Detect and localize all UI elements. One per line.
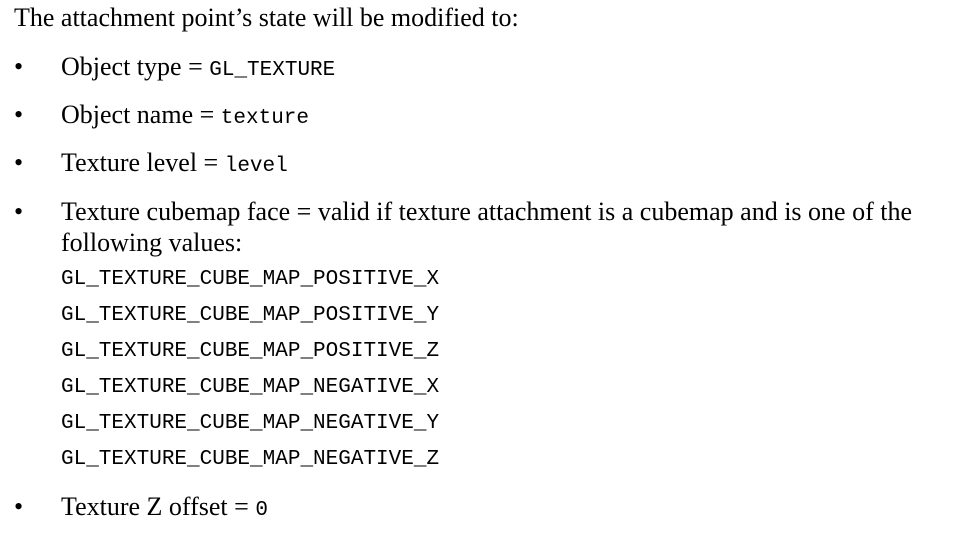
- item-label: Object type =: [61, 52, 210, 81]
- intro-text: The attachment point’s state will be mod…: [14, 3, 519, 32]
- item-code: 0: [255, 499, 268, 522]
- item-text: Object type = GL_TEXTURE: [61, 51, 951, 86]
- item-text: Object name = texture: [61, 99, 951, 134]
- item-text: Texture cubemap face = valid if texture …: [61, 197, 912, 257]
- item-label: Texture level =: [61, 148, 225, 177]
- item-code: level: [224, 155, 288, 178]
- cubemap-value: GL_TEXTURE_CUBE_MAP_POSITIVE_Z: [61, 340, 440, 363]
- bullet: •: [14, 100, 24, 129]
- bullet: •: [14, 52, 24, 81]
- cubemap-value: GL_TEXTURE_CUBE_MAP_NEGATIVE_X: [61, 376, 440, 399]
- item-label: Texture Z offset =: [61, 492, 256, 521]
- item-label: Object name =: [61, 100, 221, 129]
- cubemap-value: GL_TEXTURE_CUBE_MAP_POSITIVE_X: [61, 268, 440, 291]
- cubemap-value: GL_TEXTURE_CUBE_MAP_POSITIVE_Y: [61, 304, 440, 327]
- bullet: •: [14, 148, 24, 177]
- item-text: Texture Z offset = 0: [61, 491, 951, 526]
- cubemap-values-list: GL_TEXTURE_CUBE_MAP_POSITIVE_X GL_TEXTUR…: [61, 265, 439, 481]
- item-text: Texture level = level: [61, 147, 951, 182]
- cubemap-value: GL_TEXTURE_CUBE_MAP_NEGATIVE_Z: [61, 448, 440, 471]
- cubemap-value: GL_TEXTURE_CUBE_MAP_NEGATIVE_Y: [61, 412, 440, 435]
- item-code: GL_TEXTURE: [209, 59, 336, 82]
- bullet: •: [14, 492, 24, 521]
- document-page: The attachment point’s state will be mod…: [0, 0, 968, 534]
- bullet: •: [14, 197, 24, 226]
- item-code: texture: [220, 107, 309, 130]
